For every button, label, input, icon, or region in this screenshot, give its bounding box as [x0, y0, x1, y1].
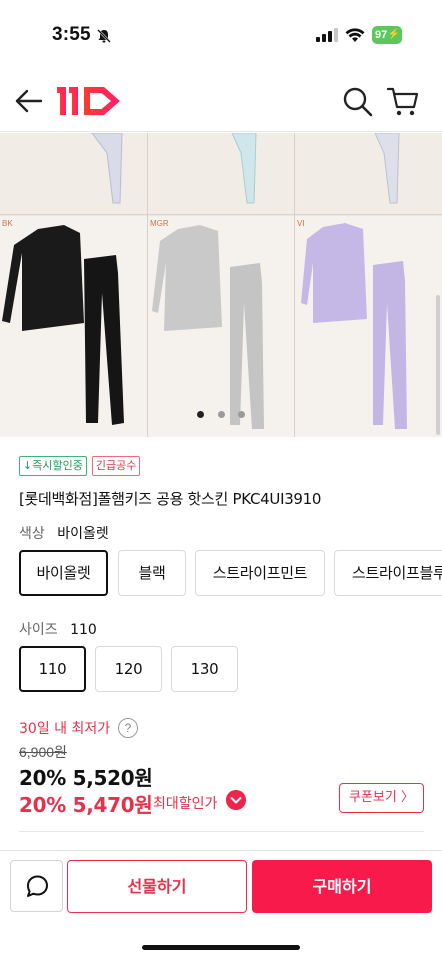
color-chip-stripe-mint[interactable]: 스트라이프민트 — [195, 550, 325, 596]
chat-bubble-icon — [27, 875, 48, 897]
image-panel-violet: VI — [295, 133, 442, 437]
product-image-gallery[interactable]: BK MGR VI — [0, 133, 442, 437]
size-option-label: 사이즈 — [19, 622, 58, 638]
wifi-icon — [345, 28, 365, 42]
size-chip-130[interactable]: 130 — [171, 646, 238, 692]
color-option-label: 색상 — [19, 526, 45, 542]
section-divider — [19, 831, 424, 832]
status-time: 3:55 — [52, 24, 91, 45]
chevron-down-icon[interactable] — [226, 790, 246, 810]
buy-button[interactable]: 구매하기 — [252, 860, 432, 913]
charging-bolt-icon: ⚡ — [387, 29, 400, 40]
panel-label: BK — [2, 219, 13, 228]
size-option-header: 사이즈 110 — [19, 619, 97, 639]
image-pagination-dots — [0, 403, 442, 422]
search-icon[interactable] — [342, 86, 374, 118]
pagination-dot[interactable] — [237, 411, 245, 418]
status-bar: 3:55 97 ⚡ — [0, 0, 442, 70]
size-chip-110[interactable]: 110 — [19, 646, 86, 692]
help-question-icon[interactable]: ? — [118, 718, 138, 738]
cart-icon[interactable] — [386, 85, 420, 117]
app-header — [0, 72, 442, 132]
product-title: [롯데백화점]폴햄키즈 공용 핫스킨 PKC4UI3910 — [19, 490, 322, 508]
home-indicator[interactable] — [142, 945, 300, 950]
color-chip-violet[interactable]: 바이올렛 — [19, 550, 108, 596]
pagination-dot[interactable] — [217, 411, 225, 418]
color-chip-stripe-blue[interactable]: 스트라이프블루 — [334, 550, 442, 596]
bottom-action-bar: 선물하기 구매하기 — [0, 850, 442, 960]
panel-label: MGR — [150, 219, 169, 228]
size-chip-120[interactable]: 120 — [95, 646, 162, 692]
11st-logo[interactable] — [56, 84, 124, 118]
max-discount-label: 최대할인가 — [153, 796, 218, 812]
view-coupon-button[interactable]: 쿠폰보기 〉 — [339, 783, 424, 813]
max-discount-price: 20% 5,470원 — [19, 793, 153, 817]
battery-level: 97 — [375, 29, 388, 41]
color-option-value: 바이올렛 — [57, 526, 109, 542]
color-chip-black[interactable]: 블랙 — [118, 550, 186, 596]
image-panel-black: BK — [0, 133, 147, 437]
panel-label: VI — [297, 219, 305, 228]
chat-button[interactable] — [10, 860, 63, 912]
battery-indicator: 97 ⚡ — [372, 26, 402, 44]
badge-row: ↓즉시할인중 긴급공수 — [19, 456, 141, 476]
image-panel-grey: MGR — [148, 133, 294, 437]
lowest-price-30d-label: 30일 내 최저가 — [19, 721, 111, 737]
size-option-value: 110 — [70, 622, 97, 638]
gift-button[interactable]: 선물하기 — [67, 860, 247, 913]
pagination-dot-active[interactable] — [197, 411, 205, 418]
back-arrow-icon[interactable] — [14, 87, 44, 115]
color-option-header: 색상 바이올렛 — [19, 523, 109, 543]
original-price: 6,900원 — [19, 744, 67, 760]
instant-discount-badge: ↓즉시할인중 — [19, 456, 87, 476]
signal-icon — [316, 28, 338, 42]
bell-muted-icon — [97, 29, 111, 43]
scrollbar[interactable] — [436, 295, 440, 435]
discount-price: 20% 5,520원 — [19, 766, 153, 790]
urgent-import-badge: 긴급공수 — [91, 456, 141, 476]
